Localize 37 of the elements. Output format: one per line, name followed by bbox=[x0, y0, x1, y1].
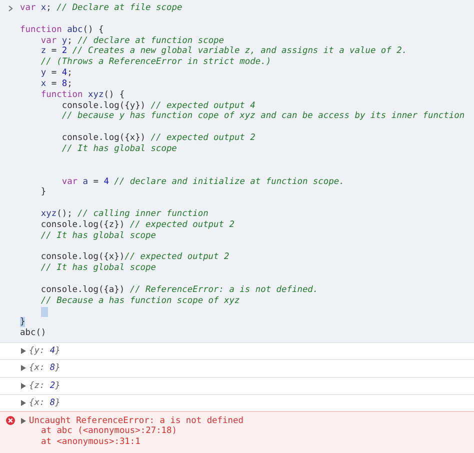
code-line: abc() bbox=[20, 328, 46, 340]
logged-object: {y: 4} bbox=[29, 346, 60, 356]
code-line: // because y has function cope of xyz and can be access by its inner function bbox=[60, 111, 465, 122]
expand-triangle-icon[interactable] bbox=[21, 365, 26, 372]
logged-object: {z: 2} bbox=[29, 380, 60, 391]
text-cursor bbox=[41, 307, 48, 318]
code-line: xyz(); // calling inner function bbox=[40, 209, 208, 220]
stack-trace-line: at <anonymous>:31:1 bbox=[40, 437, 142, 448]
code-line: } bbox=[40, 187, 46, 198]
prompt-icon bbox=[8, 5, 13, 12]
expand-triangle-icon[interactable] bbox=[21, 382, 26, 389]
code-line: // Because a has function scope of xyz bbox=[40, 296, 240, 307]
code-line: console.log({x})// expected output 2 bbox=[40, 252, 230, 263]
code-line: // It has global scope bbox=[40, 263, 156, 274]
code-line: var a = 4 // declare and initialize at function scope. bbox=[60, 176, 344, 188]
code-line: function xyz() { bbox=[40, 90, 125, 101]
code-line: // (Throws a ReferenceError in strict mode.) bbox=[40, 57, 272, 68]
expand-triangle-icon[interactable] bbox=[21, 418, 26, 424]
expand-triangle-icon[interactable] bbox=[21, 348, 26, 354]
logged-object: {x: 8} bbox=[29, 363, 60, 374]
code-line: console.log({x}) // expected output 2 bbox=[60, 133, 256, 144]
code-line: console.log({a}) // ReferenceError: a is not defined. bbox=[40, 284, 318, 296]
error-icon bbox=[6, 416, 15, 426]
code-line: // It has global scope bbox=[40, 230, 156, 242]
logged-object: {x: 8} bbox=[29, 398, 60, 408]
stack-trace-line: at abc (<anonymous>:27:18) bbox=[40, 426, 178, 438]
code-line: var x; // Declare at file scope bbox=[20, 3, 182, 14]
error-message: Uncaught ReferenceError: a is not defined bbox=[29, 416, 244, 426]
code-line: console.log({z}) // expected output 2 bbox=[40, 220, 234, 231]
code-line: function abc() { bbox=[20, 24, 104, 36]
code-line: y = 4; bbox=[40, 68, 72, 79]
code-line: // It has global scope bbox=[60, 144, 177, 155]
code-line: z = 2 // Creates a new global variable z, and assigns it a value of 2. bbox=[40, 46, 408, 57]
code-line: x = 8; bbox=[40, 78, 72, 90]
expand-triangle-icon[interactable] bbox=[21, 400, 26, 406]
code-line: var y; // declare at function scope bbox=[40, 36, 224, 46]
code-line: console.log({y}) // expected output 4 bbox=[60, 100, 256, 111]
